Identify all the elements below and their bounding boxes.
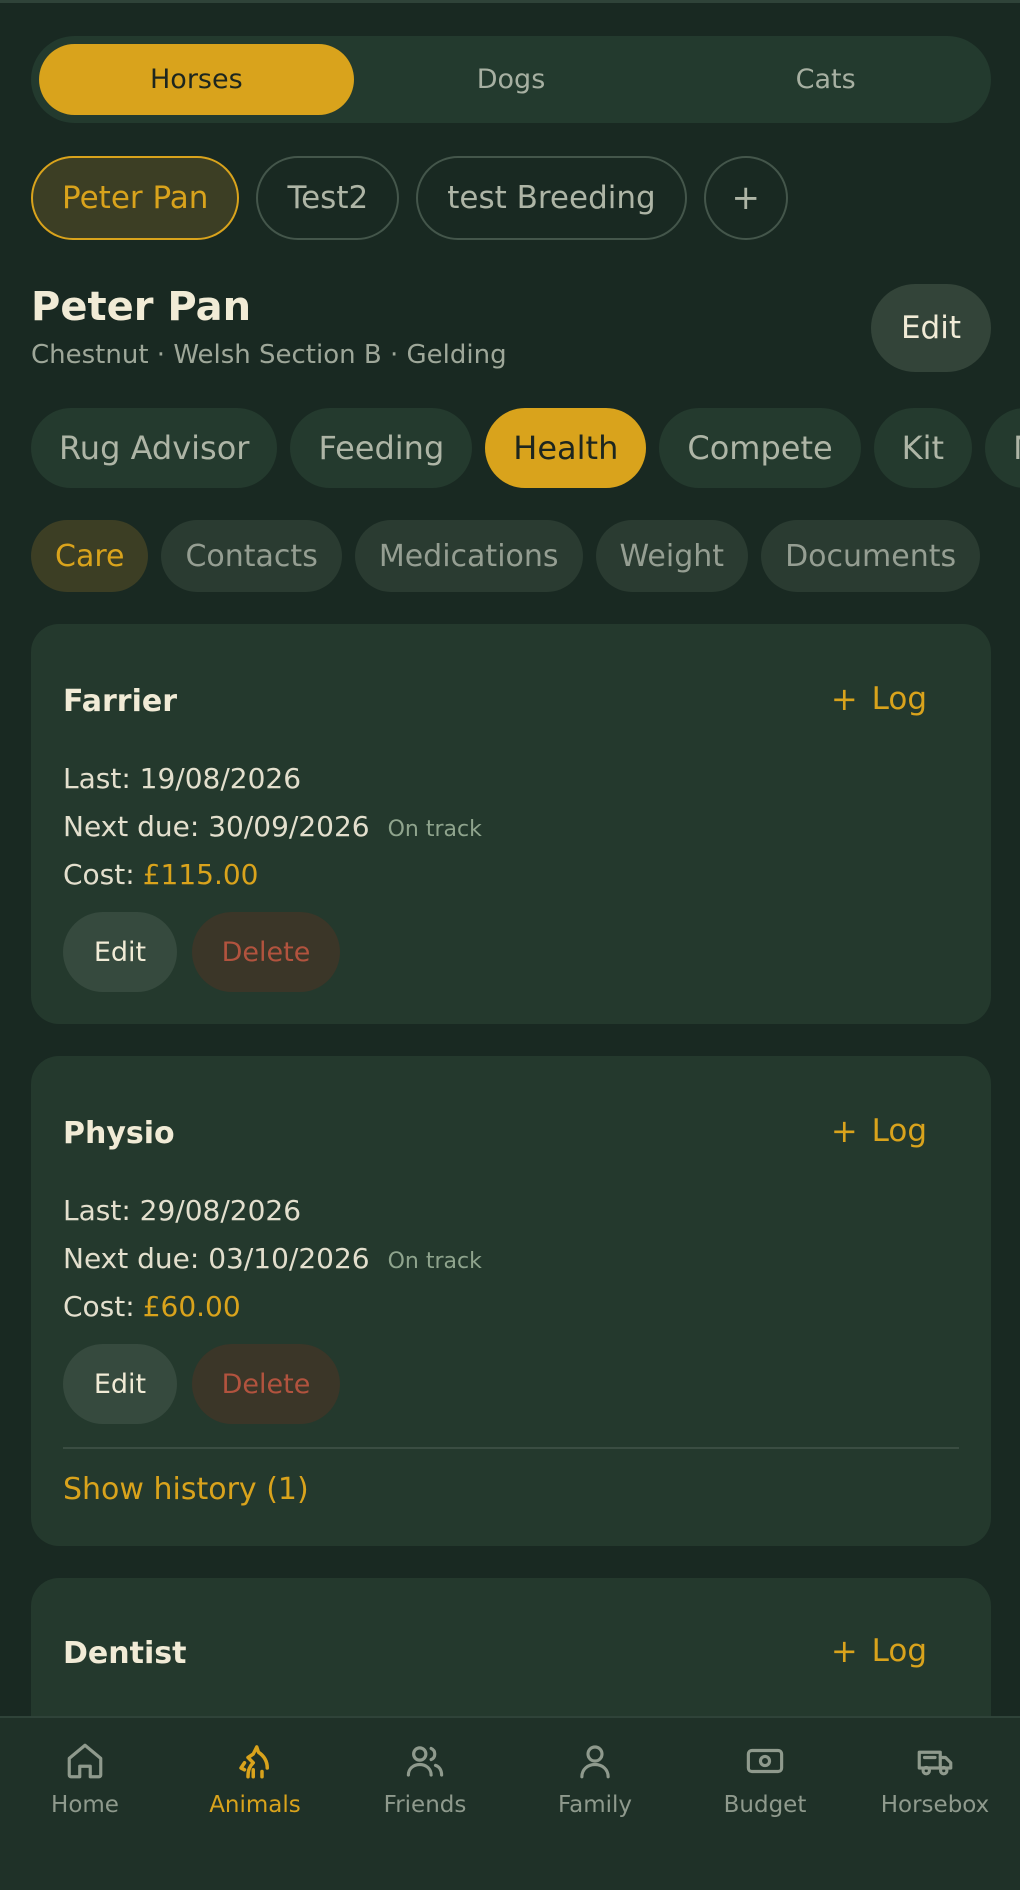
horse-icon: [239, 1745, 269, 1779]
section-tabs: Rug Advisor Feeding Health Compete Kit M…: [31, 408, 1020, 488]
banknote-icon: [746, 1748, 784, 1774]
nav-budget[interactable]: Budget: [680, 1718, 850, 1848]
plus-icon: +: [830, 680, 858, 718]
add-animal-button[interactable]: +: [703, 156, 788, 240]
card-divider: [63, 1447, 959, 1449]
subtab-documents[interactable]: Documents: [761, 520, 981, 592]
last-date: 19/08/2026: [139, 762, 302, 795]
tab-health[interactable]: Health: [485, 408, 647, 488]
section-tabs-scroller[interactable]: Rug Advisor Feeding Health Compete Kit M…: [0, 400, 1020, 500]
log-label: Log: [871, 1113, 927, 1149]
subtab-medications[interactable]: Medications: [354, 520, 583, 592]
log-physio-button[interactable]: + Log: [831, 1112, 927, 1150]
nav-label: Family: [557, 1792, 632, 1818]
plus-icon: +: [830, 1632, 858, 1670]
delete-farrier-button[interactable]: Delete: [192, 912, 340, 992]
log-farrier-button[interactable]: + Log: [831, 680, 927, 718]
animal-pill-test2[interactable]: Test2: [256, 156, 400, 240]
status-badge: On track: [387, 1249, 482, 1274]
status-badge: On track: [387, 817, 482, 842]
card-title: Farrier: [63, 684, 177, 719]
subtab-weight[interactable]: Weight: [595, 520, 749, 592]
species-tab-cats[interactable]: Cats: [668, 44, 983, 115]
last-label: Last:: [63, 762, 131, 795]
animal-selector: Peter Pan Test2 test Breeding +: [31, 156, 788, 240]
plus-icon: +: [830, 1112, 858, 1150]
health-subtabs: Care Contacts Medications Weight Documen…: [31, 520, 981, 592]
last-visit: Last: 29/08/2026: [63, 1194, 301, 1227]
top-divider: [0, 0, 1020, 3]
nav-animals[interactable]: Animals: [170, 1718, 340, 1848]
home-icon: [67, 1743, 103, 1779]
nav-label: Home: [51, 1792, 119, 1818]
tab-compete[interactable]: Compete: [659, 408, 861, 488]
nav-horsebox[interactable]: Horsebox: [850, 1718, 1020, 1848]
edit-physio-button[interactable]: Edit: [63, 1344, 177, 1424]
animal-details: Chestnut · Welsh Section B · Gelding: [31, 340, 507, 370]
animal-pill-test-breeding[interactable]: test Breeding: [416, 156, 687, 240]
trailer-icon: [917, 1750, 953, 1776]
subtab-care[interactable]: Care: [31, 520, 149, 592]
nav-family[interactable]: Family: [510, 1718, 680, 1848]
last-label: Last:: [63, 1194, 131, 1227]
delete-physio-button[interactable]: Delete: [192, 1344, 340, 1424]
nav-home[interactable]: Home: [0, 1718, 170, 1848]
next-due: Next due: 30/09/2026 On track: [63, 810, 482, 843]
friends-icon: [406, 1746, 444, 1777]
nav-label: Budget: [723, 1792, 807, 1818]
tab-rug-advisor[interactable]: Rug Advisor: [31, 408, 278, 488]
nav-friends[interactable]: Friends: [340, 1718, 510, 1848]
person-icon: [580, 1745, 610, 1779]
edit-farrier-button[interactable]: Edit: [63, 912, 177, 992]
log-label: Log: [871, 681, 927, 717]
log-label: Log: [871, 1633, 927, 1669]
subtab-contacts[interactable]: Contacts: [161, 520, 342, 592]
cost-row: Cost: £60.00: [63, 1290, 241, 1323]
last-date: 29/08/2026: [139, 1194, 302, 1227]
cost-row: Cost: £115.00: [63, 858, 258, 891]
nav-label: Horsebox: [880, 1792, 990, 1818]
next-due: Next due: 03/10/2026 On track: [63, 1242, 482, 1275]
care-card-farrier: Farrier + Log Last: 19/08/2026 Next due:…: [31, 624, 991, 1024]
card-title: Dentist: [63, 1636, 187, 1671]
nav-label: Friends: [383, 1792, 467, 1818]
edit-animal-button[interactable]: Edit: [871, 284, 991, 372]
cost-value: £60.00: [142, 1290, 241, 1323]
cost-label: Cost:: [63, 858, 135, 891]
cost-value: £115.00: [142, 858, 259, 891]
species-switcher: Horses Dogs Cats: [31, 36, 991, 123]
animal-pill-peter-pan[interactable]: Peter Pan: [31, 156, 240, 240]
animal-name: Peter Pan: [31, 284, 252, 330]
show-history-link[interactable]: Show history (1): [63, 1472, 309, 1507]
last-visit: Last: 19/08/2026: [63, 762, 301, 795]
species-tab-horses[interactable]: Horses: [39, 44, 354, 115]
nav-label: Animals: [209, 1792, 301, 1818]
card-title: Physio: [63, 1116, 175, 1151]
cost-label: Cost:: [63, 1290, 135, 1323]
tab-more[interactable]: Mon: [985, 408, 1020, 488]
next-date: 03/10/2026: [208, 1242, 370, 1275]
tab-kit[interactable]: Kit: [873, 408, 973, 488]
tab-feeding[interactable]: Feeding: [290, 408, 473, 488]
care-card-physio: Physio + Log Last: 29/08/2026 Next due: …: [31, 1056, 991, 1546]
species-tab-dogs[interactable]: Dogs: [354, 44, 669, 115]
next-date: 30/09/2026: [208, 810, 370, 843]
log-dentist-button[interactable]: + Log: [831, 1632, 927, 1670]
next-label: Next due:: [63, 1242, 200, 1275]
next-label: Next due:: [63, 810, 200, 843]
bottom-nav: Home Animals Friends Family Budget Horse…: [0, 1716, 1020, 1890]
